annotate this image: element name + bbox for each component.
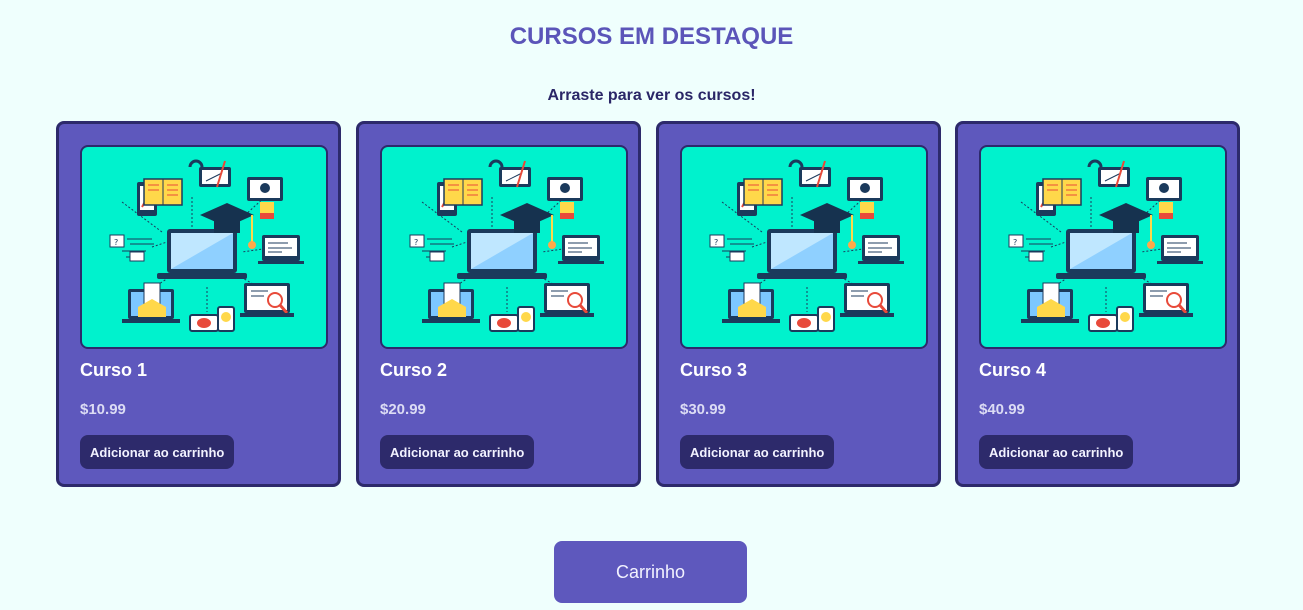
course-price: $20.99 [380, 401, 426, 418]
svg-text:?: ? [114, 238, 118, 247]
course-price: $40.99 [979, 401, 1025, 418]
page-title: CURSOS EM DESTAQUE [509, 23, 794, 50]
course-price: $10.99 [80, 401, 126, 418]
add-to-cart-button[interactable]: Adicionar ao carrinho [979, 435, 1134, 469]
course-price: $30.99 [680, 401, 726, 418]
course-card: ? Curso 1 $10.99 Adicionar ao carrinho [56, 121, 341, 487]
course-image: ? [380, 145, 628, 349]
course-image: ? [979, 145, 1227, 349]
course-name: Curso 4 [979, 360, 1047, 380]
svg-text:?: ? [1013, 238, 1017, 247]
course-name: Curso 1 [80, 360, 148, 380]
course-image: ? [680, 145, 928, 349]
page-subtitle: Arraste para ver os cursos! [547, 87, 756, 104]
course-card: ? Curso 2 $20.99 Adicionar ao carrinho [356, 121, 641, 487]
cart-button[interactable]: Carrinho [554, 541, 747, 603]
course-name: Curso 2 [380, 360, 448, 380]
add-to-cart-button[interactable]: Adicionar ao carrinho [680, 435, 835, 469]
course-image: ? [80, 145, 328, 349]
course-card: ? Curso 4 $40.99 Adicionar ao carrinho [955, 121, 1240, 487]
svg-text:?: ? [714, 238, 718, 247]
course-name: Curso 3 [680, 360, 748, 380]
course-card: ? Curso 3 $30.99 Adicionar ao carrinho [656, 121, 941, 487]
svg-text:?: ? [414, 238, 418, 247]
add-to-cart-button[interactable]: Adicionar ao carrinho [380, 435, 535, 469]
add-to-cart-button[interactable]: Adicionar ao carrinho [80, 435, 235, 469]
